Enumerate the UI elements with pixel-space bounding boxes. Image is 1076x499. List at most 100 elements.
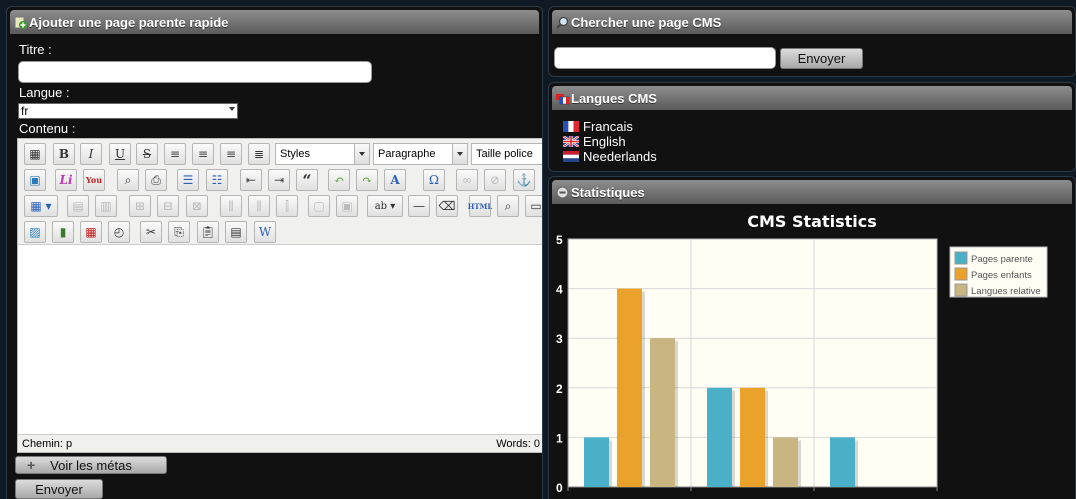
bullet-list-icon[interactable]: ☰ bbox=[177, 169, 199, 191]
anchor-icon[interactable]: ⚓ bbox=[513, 169, 535, 191]
editor-content-area[interactable] bbox=[18, 245, 542, 435]
legend-label: Pages enfants bbox=[971, 270, 1032, 281]
languages-header: Langues CMS bbox=[552, 86, 1072, 110]
bar bbox=[584, 437, 609, 487]
language-label: Neederlands bbox=[583, 149, 657, 164]
titre-input[interactable] bbox=[18, 61, 372, 83]
paste-icon[interactable]: 📋︎ bbox=[197, 221, 219, 243]
show-meta-button[interactable]: + Voir les métas bbox=[15, 456, 167, 474]
font-size-dropdown[interactable]: Taille police bbox=[471, 143, 542, 165]
align-left-icon[interactable]: ≡ bbox=[164, 143, 186, 165]
copy-icon[interactable]: ⎘ bbox=[168, 221, 190, 243]
horizontal-rule-icon[interactable]: — bbox=[408, 195, 430, 217]
strikethrough-icon[interactable]: S bbox=[136, 143, 158, 165]
nl-flag-icon bbox=[563, 151, 579, 162]
legend-label: Pages parente bbox=[971, 254, 1033, 265]
bar bbox=[830, 437, 855, 487]
table-icon[interactable]: ▦ ▾ bbox=[24, 195, 58, 217]
chevron-down-icon bbox=[229, 107, 235, 111]
add-page-icon bbox=[14, 16, 27, 29]
insert-date-icon[interactable]: ▦ bbox=[80, 221, 102, 243]
language-label: Francais bbox=[583, 119, 633, 134]
link-icon[interactable]: ∞ bbox=[456, 169, 478, 191]
chevron-down-icon bbox=[452, 144, 467, 164]
toolbar-toggle-icon[interactable]: ▦ bbox=[24, 143, 46, 165]
html-source-icon[interactable]: HTML bbox=[468, 195, 492, 217]
spellcheck-icon[interactable]: ab ▾ bbox=[367, 195, 403, 217]
quick-add-title: Ajouter une page parente rapide bbox=[29, 14, 229, 30]
print-icon[interactable]: ⎙ bbox=[145, 169, 167, 191]
y-tick-label: 1 bbox=[556, 431, 563, 445]
outdent-icon[interactable]: ⇤ bbox=[240, 169, 262, 191]
blockquote-icon[interactable]: “ bbox=[296, 169, 318, 191]
insert-row-after-icon[interactable]: ⊟ bbox=[157, 195, 179, 217]
align-justify-icon[interactable]: ≣ bbox=[248, 143, 270, 165]
language-item-en[interactable]: English bbox=[563, 134, 626, 149]
italic-icon[interactable]: I bbox=[80, 143, 102, 165]
find-icon[interactable]: ⌕ bbox=[497, 195, 519, 217]
insert-link-icon[interactable]: Li bbox=[55, 169, 77, 191]
collapse-icon[interactable] bbox=[556, 186, 569, 199]
insert-image-icon[interactable]: ▣ bbox=[24, 169, 46, 191]
legend-swatch bbox=[954, 267, 968, 281]
submit-button[interactable]: Envoyer bbox=[15, 479, 103, 499]
indent-icon[interactable]: ⇥ bbox=[268, 169, 290, 191]
languages-title: Langues CMS bbox=[571, 90, 657, 106]
language-item-nl[interactable]: Neederlands bbox=[563, 149, 657, 164]
text-color-icon[interactable]: A bbox=[384, 169, 406, 191]
paste-text-icon[interactable]: ▤ bbox=[225, 221, 247, 243]
bar bbox=[773, 437, 798, 487]
remove-format-icon[interactable]: ⌫ bbox=[436, 195, 458, 217]
editor-status-bar: Chemin: p Words: 0 bbox=[18, 434, 542, 452]
special-char-icon[interactable]: Ω bbox=[423, 169, 445, 191]
y-tick-label: 5 bbox=[556, 233, 563, 247]
delete-col-icon[interactable]: ⫿ bbox=[276, 195, 298, 217]
bar bbox=[617, 288, 642, 487]
redo-icon[interactable]: ↷ bbox=[356, 169, 378, 191]
format-dropdown[interactable]: Paragraphe bbox=[373, 143, 468, 165]
styles-dropdown[interactable]: Styles bbox=[275, 143, 370, 165]
y-tick-label: 0 bbox=[556, 481, 563, 495]
language-label: English bbox=[583, 134, 626, 149]
bar bbox=[740, 387, 765, 487]
underline-icon[interactable]: U bbox=[109, 143, 131, 165]
search-title: Chercher une page CMS bbox=[571, 14, 722, 30]
legend-swatch bbox=[954, 283, 968, 297]
search-input[interactable] bbox=[554, 47, 776, 69]
insert-row-before-icon[interactable]: ⊞ bbox=[129, 195, 151, 217]
langue-select[interactable]: fr bbox=[18, 103, 238, 119]
rich-text-editor: ▦ B I U S ≡ ≡ ≡ ≣ Styles Paragraphe Tail… bbox=[17, 138, 542, 453]
merge-cells-icon[interactable]: ▣ bbox=[336, 195, 358, 217]
bar bbox=[650, 338, 675, 487]
video-icon[interactable]: ▮ bbox=[52, 221, 74, 243]
insert-col-after-icon[interactable]: ⫼ bbox=[248, 195, 270, 217]
row-props-icon[interactable]: ▤ bbox=[67, 195, 89, 217]
bar bbox=[707, 387, 732, 487]
search-submit-button[interactable]: Envoyer bbox=[780, 48, 863, 69]
insert-time-icon[interactable]: ◴ bbox=[108, 221, 130, 243]
paste-word-icon[interactable]: W bbox=[254, 221, 276, 243]
languages-panel: Langues CMS Francais English Neederlands bbox=[548, 82, 1076, 172]
cut-icon[interactable]: ✂ bbox=[140, 221, 162, 243]
titre-label: Titre : bbox=[19, 42, 52, 57]
format-dropdown-label: Paragraphe bbox=[378, 148, 436, 160]
insert-col-before-icon[interactable]: ⫼ bbox=[220, 195, 242, 217]
plus-icon: + bbox=[27, 457, 36, 473]
numbered-list-icon[interactable]: ☷ bbox=[206, 169, 228, 191]
unlink-icon[interactable]: ⊘ bbox=[484, 169, 506, 191]
bold-icon[interactable]: B bbox=[53, 143, 75, 165]
legend-label: Langues relative bbox=[971, 286, 1041, 297]
split-cells-icon[interactable]: ▢ bbox=[308, 195, 330, 217]
y-tick-label: 2 bbox=[556, 382, 563, 396]
undo-icon[interactable]: ↶ bbox=[328, 169, 350, 191]
y-tick-label: 3 bbox=[556, 332, 563, 346]
image-manager-icon[interactable]: ▨ bbox=[24, 221, 46, 243]
youtube-icon[interactable]: You bbox=[83, 169, 105, 191]
align-right-icon[interactable]: ≡ bbox=[220, 143, 242, 165]
delete-row-icon[interactable]: ⊠ bbox=[186, 195, 208, 217]
language-item-fr[interactable]: Francais bbox=[563, 119, 633, 134]
cell-props-icon[interactable]: ▥ bbox=[95, 195, 117, 217]
media-icon[interactable]: ▭ bbox=[525, 195, 542, 217]
align-center-icon[interactable]: ≡ bbox=[192, 143, 214, 165]
preview-icon[interactable]: ⌕ bbox=[117, 169, 139, 191]
